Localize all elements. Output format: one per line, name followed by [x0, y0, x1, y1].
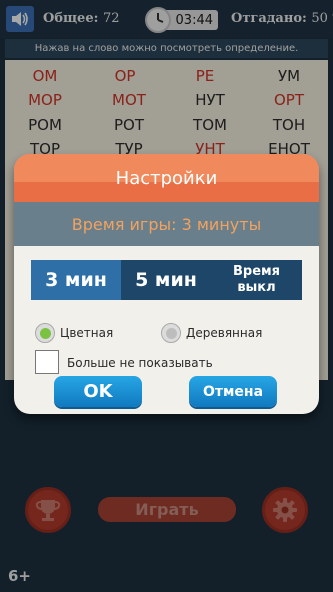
game-time-label: Время игры: 3 минуты — [14, 202, 319, 246]
time-off-button[interactable]: Время выкл — [211, 260, 302, 300]
radio-selected-dot — [39, 327, 51, 339]
time-3min-label: 3 мин — [45, 269, 107, 291]
radio-colored[interactable] — [35, 323, 55, 343]
cancel-button[interactable]: Отмена — [189, 376, 277, 407]
time-5min-label: 5 мин — [135, 269, 197, 291]
radio-wooden-label: Деревянная — [186, 326, 263, 340]
dont-show-checkbox[interactable] — [35, 350, 59, 374]
time-5min-button[interactable]: 5 мин — [121, 260, 211, 300]
radio-colored-label: Цветная — [60, 326, 114, 340]
settings-dialog: Настройки Время игры: 3 минуты 3 мин 5 м… — [14, 154, 319, 414]
radio-wooden[interactable] — [161, 323, 181, 343]
ok-button[interactable]: OK — [54, 376, 142, 407]
dont-show-label: Больше не показывать — [67, 356, 213, 370]
cancel-label: Отмена — [202, 383, 264, 400]
time-off-label: Время выкл — [232, 264, 280, 295]
dialog-title: Настройки — [115, 168, 218, 189]
radio-empty-dot — [165, 327, 177, 339]
game-time-text: Время игры: 3 минуты — [71, 214, 262, 234]
time-3min-button[interactable]: 3 мин — [31, 260, 121, 300]
ok-label: OK — [83, 381, 113, 402]
